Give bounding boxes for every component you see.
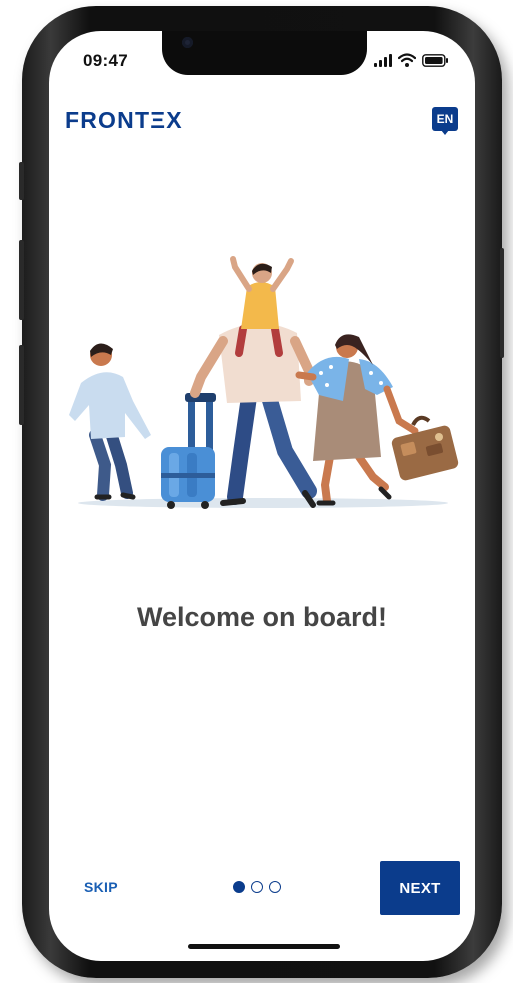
signal-icon [374, 53, 392, 67]
blue-suitcase [161, 393, 216, 509]
page-indicator [233, 881, 281, 893]
language-button[interactable]: EN [432, 107, 460, 139]
app-screen: 09:47 FRONTΞX EN Welcome on board! SKIP … [49, 31, 475, 961]
boy-figure [69, 343, 151, 501]
silent-switch [19, 162, 24, 200]
family-travel-illustration [69, 256, 459, 509]
page-dot-1[interactable] [233, 881, 245, 893]
front-camera [182, 37, 193, 48]
language-icon-tail [441, 130, 449, 135]
welcome-title: Welcome on board! [136, 602, 388, 632]
status-icons [374, 53, 449, 67]
battery-icon [422, 53, 448, 67]
frontex-logo: FRONTΞX [65, 107, 183, 133]
ground-shadow [78, 498, 448, 508]
page-dot-3[interactable] [269, 881, 281, 893]
status-time: 09:47 [83, 51, 128, 70]
next-button[interactable]: NEXT [380, 861, 460, 915]
wifi-icon [398, 53, 416, 67]
volume-up-button [19, 240, 24, 320]
skip-button[interactable]: SKIP [84, 879, 118, 895]
page-dot-2[interactable] [251, 881, 263, 893]
volume-down-button [19, 345, 24, 425]
notch [162, 31, 367, 75]
mother-figure [295, 334, 419, 506]
language-icon: EN [432, 107, 458, 131]
stage: 09:47 FRONTΞX EN Welcome on board! SKIP … [0, 0, 513, 983]
home-indicator [188, 944, 340, 949]
brown-suitcase [391, 415, 459, 481]
power-button [500, 248, 504, 358]
